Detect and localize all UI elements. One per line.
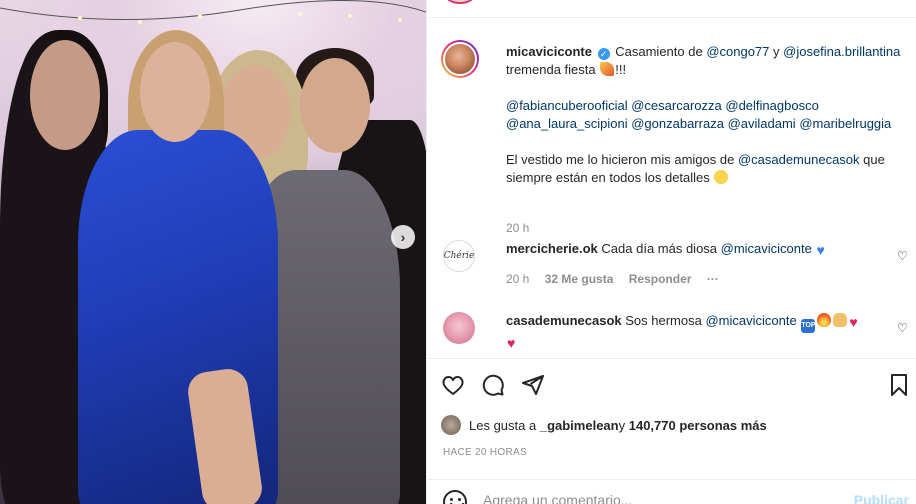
commenter-username[interactable]: mercicherie.ok bbox=[506, 241, 598, 256]
header-avatar[interactable] bbox=[445, 0, 475, 4]
mention-link[interactable]: @fabiancuberooficial bbox=[506, 98, 628, 113]
post-actions: Les gusta a _gabimelean y 140,770 person… bbox=[427, 358, 916, 504]
author-avatar[interactable] bbox=[441, 40, 479, 78]
mention-link[interactable]: @congo77 bbox=[706, 44, 769, 59]
liker-username[interactable]: _gabimelean bbox=[540, 418, 619, 433]
likes-count[interactable]: 140,770 personas más bbox=[629, 418, 767, 433]
caption-meta: 20 h bbox=[506, 221, 541, 235]
raised-hands-emoji-icon bbox=[833, 313, 848, 327]
more-options-icon[interactable]: ··· bbox=[707, 272, 719, 286]
carousel-next-button[interactable]: › bbox=[391, 225, 415, 249]
commenter-username[interactable]: casademunecasok bbox=[506, 313, 622, 328]
comment-meta: 20 h 32 Me gusta Responder ··· bbox=[506, 272, 731, 286]
commenter-avatar[interactable] bbox=[443, 312, 475, 344]
smiling-hearts-emoji-icon bbox=[714, 170, 729, 184]
commenter-avatar[interactable]: Chérie bbox=[443, 240, 475, 272]
like-heart-icon[interactable] bbox=[441, 373, 465, 397]
comment-like-icon[interactable]: ♡ bbox=[897, 322, 909, 334]
mention-link[interactable]: @micaviciconte bbox=[721, 241, 812, 256]
liker-avatar[interactable] bbox=[441, 415, 461, 435]
save-bookmark-icon[interactable] bbox=[887, 373, 911, 397]
caption-time: 20 h bbox=[506, 221, 530, 235]
reply-button[interactable]: Responder bbox=[629, 272, 692, 286]
blue-heart-emoji-icon: ♥ bbox=[816, 242, 825, 258]
comment-body: Sos hermosa bbox=[625, 313, 706, 328]
mention-link[interactable]: @cesarcarozza bbox=[631, 98, 722, 113]
mention-link[interactable]: @casademunecasok bbox=[738, 152, 860, 167]
comment-text: mercicherie.ok Cada día más diosa @micav… bbox=[506, 240, 906, 258]
comment-body: Cada día más diosa bbox=[601, 241, 721, 256]
verified-badge-icon: ✓ bbox=[597, 48, 610, 60]
author-username[interactable]: micaviciconte bbox=[506, 44, 592, 59]
comment-like-icon[interactable]: ♡ bbox=[897, 250, 909, 262]
likes-summary: Les gusta a _gabimelean y 140,770 person… bbox=[441, 415, 767, 435]
person-1-face bbox=[30, 40, 100, 150]
mention-link[interactable]: @micaviciconte bbox=[705, 313, 796, 328]
caption-segment: tremenda fiesta bbox=[506, 62, 596, 77]
person-2-face bbox=[140, 42, 210, 142]
mention-link[interactable]: @maribelruggia bbox=[799, 116, 891, 131]
caption-segment: El vestido me lo hicieron mis amigos de bbox=[506, 152, 738, 167]
post-timestamp[interactable]: HACE 20 HORAS bbox=[443, 447, 527, 458]
share-send-icon[interactable] bbox=[521, 373, 545, 397]
mention-link[interactable]: @ana_laura_scipioni bbox=[506, 116, 628, 131]
post-header-strip bbox=[427, 0, 916, 18]
comment-text: casademunecasok Sos hermosa @micavicicon… bbox=[506, 312, 906, 351]
caption-segment: y bbox=[769, 44, 784, 59]
publish-button[interactable]: Publicar bbox=[854, 492, 909, 504]
comment-input[interactable] bbox=[483, 492, 813, 504]
red-heart-emoji-icon: ♥ bbox=[849, 314, 858, 330]
fire-emoji-icon bbox=[817, 313, 832, 327]
post-side-panel: micaviciconte ✓ Casamiento de @congo77 y… bbox=[426, 0, 916, 504]
add-comment-bar: Publicar bbox=[427, 479, 916, 504]
comment-time: 20 h bbox=[506, 272, 530, 286]
caption-segment: Casamiento de bbox=[615, 44, 707, 59]
post-photo[interactable]: › bbox=[0, 0, 426, 504]
caption-tags: @fabiancuberooficial @cesarcarozza @delf… bbox=[506, 97, 906, 133]
chevron-right-icon: › bbox=[400, 229, 406, 245]
likes-prefix: Les gusta a bbox=[469, 417, 537, 433]
top-arrow-emoji-icon: TOP bbox=[801, 319, 816, 333]
likes-middle: y bbox=[618, 417, 626, 433]
avatar-text: Chérie bbox=[443, 251, 475, 261]
comments-list[interactable]: micaviciconte ✓ Casamiento de @congo77 y… bbox=[427, 19, 916, 357]
red-heart-emoji-icon: ♥ bbox=[507, 335, 516, 351]
mention-link[interactable]: @gonzabarraza bbox=[631, 116, 724, 131]
action-icons bbox=[441, 373, 911, 397]
comment-likes[interactable]: 32 Me gusta bbox=[545, 272, 614, 286]
mention-link[interactable]: @josefina.brillantina bbox=[783, 44, 900, 59]
mention-link[interactable]: @delfinagbosco bbox=[725, 98, 818, 113]
caption-segment: !!! bbox=[615, 62, 627, 77]
comment-bubble-icon[interactable] bbox=[481, 373, 505, 397]
party-popper-emoji-icon bbox=[600, 62, 615, 76]
emoji-picker-icon[interactable] bbox=[443, 490, 467, 504]
caption-text: micaviciconte ✓ Casamiento de @congo77 y… bbox=[506, 43, 906, 187]
mention-link[interactable]: @aviladami bbox=[728, 116, 796, 131]
person-4-face bbox=[300, 58, 370, 153]
